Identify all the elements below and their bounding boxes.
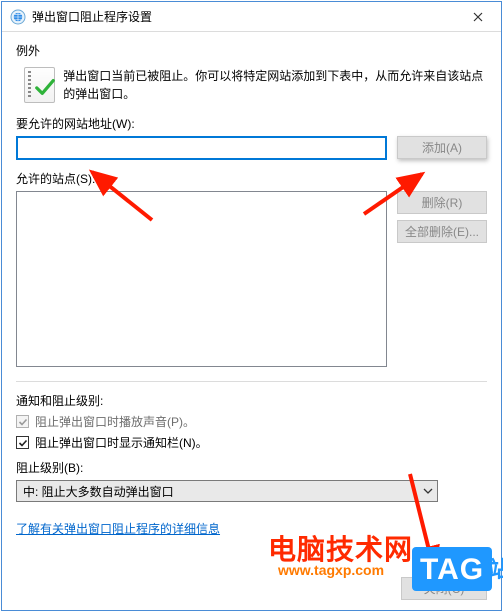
list-buttons: 删除(R) 全部删除(E)... (397, 191, 487, 367)
add-button[interactable]: 添加(A) (397, 136, 487, 159)
checkbox-show-bar-row: 阻止弹出窗口时显示通知栏(N)。 (16, 434, 487, 451)
allowed-row: 删除(R) 全部删除(E)... (16, 191, 487, 367)
address-label: 要允许的网站地址(W): (16, 115, 487, 132)
address-input[interactable] (16, 136, 387, 160)
notebook-icon (24, 67, 55, 103)
chevron-down-icon (423, 486, 433, 496)
block-level-select[interactable]: 中: 阻止大多数自动弹出窗口 (16, 480, 438, 502)
checkbox-show-bar[interactable] (16, 436, 29, 449)
window-title: 弹出窗口阻止程序设置 (32, 8, 455, 25)
block-level-row: 中: 阻止大多数自动弹出窗口 (16, 480, 487, 502)
dialog-content: 例外 弹出窗口当前已被阻止。你可以将特定网站添加到下表中，从而允许来自该站点的弹… (2, 32, 501, 610)
allowed-sites-listbox[interactable] (16, 191, 387, 367)
checkbox-show-bar-label: 阻止弹出窗口时显示通知栏(N)。 (35, 434, 208, 451)
remove-button[interactable]: 删除(R) (397, 191, 487, 214)
info-row: 弹出窗口当前已被阻止。你可以将特定网站添加到下表中，从而允许来自该站点的弹出窗口… (16, 65, 487, 103)
popup-blocker-settings-window: 弹出窗口阻止程序设置 例外 弹出窗口当前已被阻止。你可以将特定网站添加到下表中，… (1, 1, 502, 611)
address-row: 添加(A) (16, 136, 487, 160)
notify-label: 通知和阻止级别: (16, 392, 487, 409)
close-button[interactable] (455, 2, 501, 32)
checkbox-play-sound-label: 阻止弹出窗口时播放声音(P)。 (35, 413, 195, 430)
divider (16, 381, 487, 382)
checkbox-play-sound (16, 415, 29, 428)
checkbox-play-sound-row: 阻止弹出窗口时播放声音(P)。 (16, 413, 487, 430)
allowed-sites-label: 允许的站点(S): (16, 170, 487, 187)
close-icon (473, 12, 483, 22)
app-icon (10, 9, 26, 25)
exceptions-label: 例外 (16, 42, 487, 59)
titlebar: 弹出窗口阻止程序设置 (2, 2, 501, 32)
block-level-label: 阻止级别(B): (16, 459, 487, 476)
learn-more-link[interactable]: 了解有关弹出窗口阻止程序的详细信息 (16, 520, 220, 537)
info-text: 弹出窗口当前已被阻止。你可以将特定网站添加到下表中，从而允许来自该站点的弹出窗口… (63, 65, 487, 103)
close-dialog-button[interactable]: 关闭(C) (401, 577, 487, 600)
remove-all-button[interactable]: 全部删除(E)... (397, 220, 487, 243)
block-level-value: 中: 阻止大多数自动弹出窗口 (23, 483, 174, 500)
